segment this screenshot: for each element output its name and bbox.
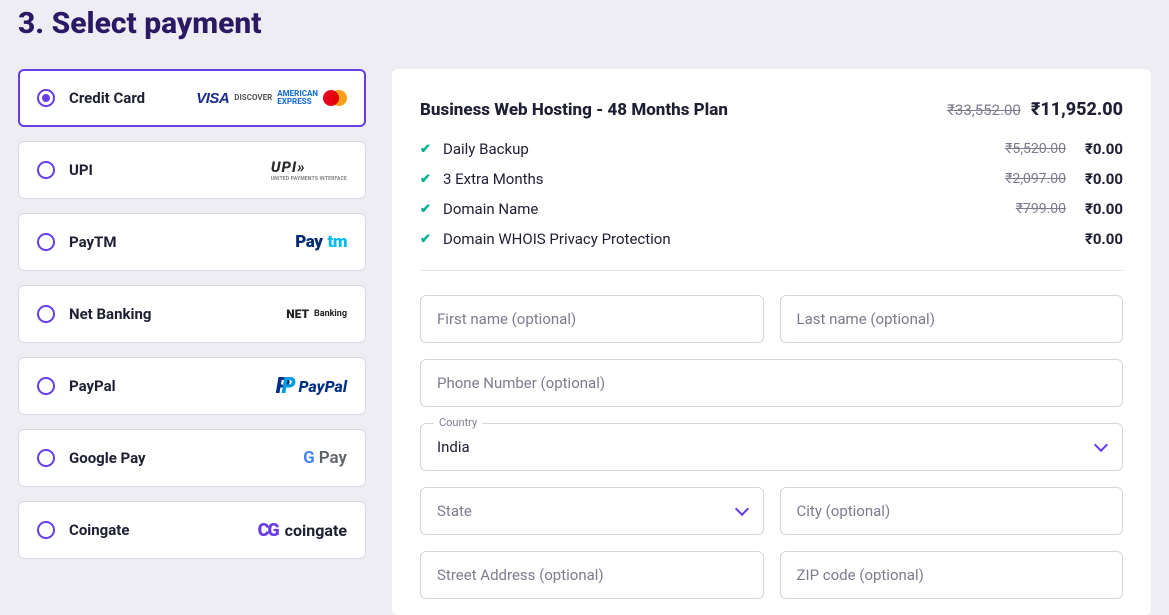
city-input[interactable]: [780, 487, 1124, 535]
chevron-down-icon: [734, 502, 748, 516]
radio-icon: [37, 521, 55, 539]
payopt-credit-card[interactable]: Credit Card VISA DISCOVER AMERICANEXPRES…: [18, 69, 366, 127]
last-name-input[interactable]: [780, 295, 1124, 343]
payopt-label: PayTM: [69, 233, 281, 251]
check-icon: ✔: [420, 232, 434, 247]
check-icon: ✔: [420, 142, 434, 157]
plan-price: ₹11,952.00: [1031, 99, 1123, 120]
page-title: 3. Select payment: [18, 6, 1151, 41]
radio-icon: [37, 449, 55, 467]
item-price: ₹0.00: [1075, 140, 1123, 158]
item-price: ₹0.00: [1075, 170, 1123, 188]
payopt-label: PayPal: [69, 377, 262, 395]
amex-logo-icon: AMERICANEXPRESS: [277, 90, 318, 106]
payopt-label: Credit Card: [69, 89, 182, 107]
check-icon: ✔: [420, 172, 434, 187]
payopt-paytm[interactable]: PayTM Paytm: [18, 213, 366, 271]
item-name: Daily Backup: [443, 140, 996, 158]
list-item: ✔ Domain Name ₹799.00 ₹0.00: [420, 200, 1123, 218]
phone-input[interactable]: [420, 359, 1123, 407]
payopt-label: Net Banking: [69, 305, 272, 323]
chevron-down-icon: [1094, 438, 1108, 452]
card-logos: VISA DISCOVER AMERICANEXPRESS: [196, 90, 347, 107]
paypal-logo-icon: PPPayPal: [276, 374, 347, 399]
item-name: 3 Extra Months: [443, 170, 996, 188]
radio-icon: [37, 305, 55, 323]
payopt-label: UPI: [69, 161, 257, 179]
gpay-logo-icon: GPay: [303, 448, 347, 468]
radio-icon: [37, 377, 55, 395]
upi-logo-icon: UPI»UNITED PAYMENTS INTERFACE: [271, 158, 347, 182]
paytm-logo-icon: Paytm: [295, 232, 347, 252]
payopt-coingate[interactable]: Coingate CGcoingate: [18, 501, 366, 559]
payopt-netbanking[interactable]: Net Banking NETBanking: [18, 285, 366, 343]
payopt-label: Google Pay: [69, 449, 289, 467]
included-items: ✔ Daily Backup ₹5,520.00 ₹0.00 ✔ 3 Extra…: [420, 140, 1123, 248]
country-select[interactable]: India: [420, 423, 1123, 471]
radio-icon: [37, 161, 55, 179]
item-original: ₹2,097.00: [1005, 171, 1066, 187]
radio-icon: [37, 89, 55, 107]
payopt-googlepay[interactable]: Google Pay GPay: [18, 429, 366, 487]
state-select[interactable]: State: [420, 487, 764, 535]
visa-logo-icon: VISA: [196, 90, 229, 107]
discover-logo-icon: DISCOVER: [234, 94, 272, 102]
state-placeholder: State: [437, 502, 472, 520]
payopt-label: Coingate: [69, 521, 244, 539]
coingate-logo-icon: CGcoingate: [258, 520, 347, 541]
plan-original-price: ₹33,552.00: [947, 101, 1021, 119]
item-original: ₹5,520.00: [1005, 141, 1066, 157]
item-price: ₹0.00: [1075, 230, 1123, 248]
list-item: ✔ Domain WHOIS Privacy Protection ₹0.00: [420, 230, 1123, 248]
list-item: ✔ Daily Backup ₹5,520.00 ₹0.00: [420, 140, 1123, 158]
zip-input[interactable]: [780, 551, 1124, 599]
check-icon: ✔: [420, 202, 434, 217]
item-name: Domain WHOIS Privacy Protection: [443, 230, 1057, 248]
radio-icon: [37, 233, 55, 251]
list-item: ✔ 3 Extra Months ₹2,097.00 ₹0.00: [420, 170, 1123, 188]
item-original: ₹799.00: [1016, 201, 1066, 217]
payopt-paypal[interactable]: PayPal PPPayPal: [18, 357, 366, 415]
payment-method-list: Credit Card VISA DISCOVER AMERICANEXPRES…: [18, 69, 366, 559]
item-price: ₹0.00: [1075, 200, 1123, 218]
item-name: Domain Name: [443, 200, 1007, 218]
payopt-upi[interactable]: UPI UPI»UNITED PAYMENTS INTERFACE: [18, 141, 366, 199]
netbanking-logo-icon: NETBanking: [286, 308, 347, 320]
order-summary-panel: Business Web Hosting - 48 Months Plan ₹3…: [392, 69, 1151, 615]
street-input[interactable]: [420, 551, 764, 599]
country-value: India: [437, 438, 470, 456]
divider: [420, 270, 1123, 271]
mastercard-logo-icon: [323, 90, 347, 106]
country-label: Country: [434, 416, 482, 429]
plan-name: Business Web Hosting - 48 Months Plan: [420, 100, 728, 120]
first-name-input[interactable]: [420, 295, 764, 343]
